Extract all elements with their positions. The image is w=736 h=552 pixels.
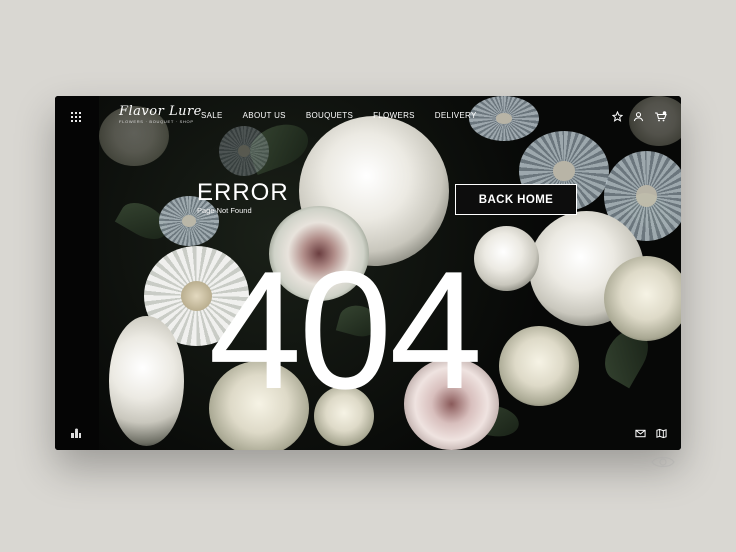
eye-watermark-icon — [651, 455, 675, 469]
nav-item-flowers[interactable]: FLOWERS — [373, 111, 415, 120]
brand-name: Flavor Lure — [119, 104, 202, 119]
error-subtitle: Page Not Found — [197, 206, 252, 215]
mail-icon[interactable] — [635, 426, 646, 438]
user-icon[interactable] — [633, 109, 647, 123]
error-title: ERROR — [197, 179, 289, 206]
nav-item-sale[interactable]: SALE — [201, 111, 223, 120]
flower-pot-icon[interactable] — [70, 426, 82, 444]
left-rail — [55, 96, 99, 450]
top-navigation: Flavor Lure FLOWERS · BOUQUET · SHOP SAL… — [55, 96, 681, 138]
error-heading-block: ERROR Page Not Found — [197, 180, 289, 216]
footer-icons — [625, 426, 667, 439]
nav-item-delivery[interactable]: DELIVERY — [435, 111, 477, 120]
cart-icon[interactable] — [654, 109, 668, 123]
star-icon[interactable] — [611, 109, 626, 123]
back-home-button[interactable]: BACK HOME — [455, 184, 577, 215]
nav-item-bouquets[interactable]: BOUQUETS — [306, 111, 353, 120]
map-icon[interactable] — [656, 426, 667, 439]
error-code: 404 — [208, 236, 482, 424]
main-menu: SALE ABOUT US BOUQUETS FLOWERS DELIVERY — [201, 111, 497, 120]
brand-tagline: FLOWERS · BOUQUET · SHOP — [119, 119, 194, 124]
nav-item-about-us[interactable]: ABOUT US — [243, 111, 286, 120]
brand-logo[interactable]: Flavor Lure FLOWERS · BOUQUET · SHOP — [119, 105, 202, 125]
page-frame: Flavor Lure FLOWERS · BOUQUET · SHOP SAL… — [55, 96, 681, 450]
